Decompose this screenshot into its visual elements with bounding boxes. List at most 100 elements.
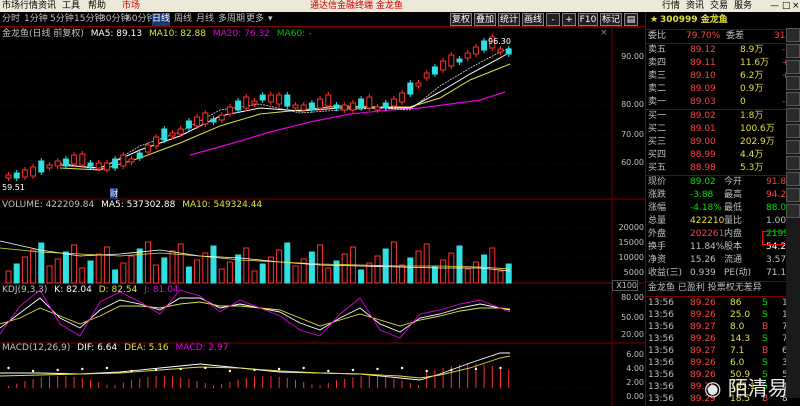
maximize-icon[interactable]: □ bbox=[782, 0, 791, 12]
macd-ytick: 0.00 bbox=[626, 392, 644, 401]
stat-value: 11.84% bbox=[690, 242, 725, 252]
macd-dot bbox=[253, 368, 256, 372]
volume-bar bbox=[358, 269, 365, 284]
close-chart-icon[interactable]: × bbox=[600, 28, 608, 38]
candle bbox=[276, 94, 283, 105]
volume-ma5: MA5: 537302.88 bbox=[101, 200, 176, 210]
menu-bar: 市场行情 资讯 工具 帮助 市场 通达信金融终端 金龙鱼 行情 资讯 交易 服务… bbox=[0, 0, 800, 12]
ma5-label: MA5: 89.13 bbox=[90, 29, 143, 39]
side-tab[interactable] bbox=[786, 60, 800, 74]
side-tab[interactable] bbox=[786, 76, 800, 90]
volume-bar bbox=[481, 254, 488, 284]
menu-item-market-quotes[interactable]: 市场行情 bbox=[2, 0, 38, 12]
menu-item-quotes[interactable]: 行情 bbox=[662, 0, 680, 12]
layout-icon[interactable]: ▤ bbox=[624, 13, 638, 26]
side-tab[interactable] bbox=[786, 44, 800, 58]
tab-weekly[interactable]: 周线 bbox=[174, 13, 192, 26]
volume-bar bbox=[308, 251, 315, 284]
stat-row: 总量 422210 量比 1.00 bbox=[646, 215, 800, 228]
f10-button[interactable]: F10 bbox=[578, 13, 598, 26]
side-tab[interactable] bbox=[786, 92, 800, 106]
mark-button[interactable]: 标记 bbox=[600, 13, 622, 26]
candle bbox=[464, 52, 471, 59]
candle bbox=[235, 100, 242, 111]
menu-item-help[interactable]: 帮助 bbox=[88, 0, 106, 12]
volume-bar bbox=[235, 254, 242, 284]
menu-item-info[interactable]: 资讯 bbox=[38, 0, 56, 12]
menu-item-tools[interactable]: 工具 bbox=[62, 0, 80, 12]
market-label[interactable]: 市场 bbox=[122, 0, 140, 12]
ask-price: 89.10 bbox=[690, 71, 716, 81]
adjust-button[interactable]: 复权 bbox=[450, 13, 472, 26]
stock-code-name: 300999 金龙鱼 bbox=[660, 15, 728, 25]
bid-row: 买五 88.98 5.3万 bbox=[646, 162, 800, 175]
bid-row: 买三 89.00 202.9万 bbox=[646, 136, 800, 149]
macd-value: MACD: 2.97 bbox=[175, 343, 229, 353]
side-tab[interactable] bbox=[786, 172, 800, 186]
bid-label: 买四 bbox=[648, 150, 667, 160]
volume-bar bbox=[374, 255, 381, 284]
bid-volume: 100.6万 bbox=[740, 124, 775, 134]
tab-daily[interactable]: 日线 bbox=[152, 13, 171, 26]
zoom-in-icon[interactable]: + bbox=[562, 13, 576, 26]
candle bbox=[71, 154, 78, 165]
stat-label: 净资 bbox=[648, 255, 667, 265]
minimize-icon[interactable]: — bbox=[770, 0, 779, 12]
chevron-down-icon[interactable]: ▾ bbox=[268, 13, 273, 26]
tab-1min[interactable]: 1分钟 bbox=[24, 13, 48, 26]
stat-label: 收益(三) bbox=[648, 268, 683, 278]
overlay-button[interactable]: 叠加 bbox=[474, 13, 496, 26]
draw-button[interactable]: 画线 bbox=[522, 13, 544, 26]
tab-multi-period[interactable]: 多周期 bbox=[218, 13, 245, 26]
ma10-label: MA10: 82.88 bbox=[148, 29, 206, 39]
bid-row: 买四 88.99 4.4万 bbox=[646, 149, 800, 162]
stat-value: 1.00 bbox=[766, 216, 787, 226]
tab-5min[interactable]: 5分钟 bbox=[50, 13, 74, 26]
stat-label: 换手 bbox=[648, 242, 667, 252]
weibi-label: 委比 bbox=[648, 31, 667, 41]
zoom-out-icon[interactable]: - bbox=[546, 13, 560, 26]
macd-dot bbox=[81, 367, 84, 371]
tab-more[interactable]: 更多 bbox=[246, 13, 264, 26]
finance-marker[interactable]: 财 bbox=[110, 188, 118, 199]
close-icon[interactable]: × bbox=[792, 0, 800, 12]
candle bbox=[431, 66, 438, 75]
side-tab[interactable] bbox=[786, 108, 800, 122]
stats-button[interactable]: 统计 bbox=[498, 13, 520, 26]
side-tab[interactable] bbox=[786, 28, 800, 42]
notice-text: 金龙鱼 已盈利 投票权无差异 bbox=[648, 283, 762, 293]
candle bbox=[136, 152, 143, 159]
volume-ytick: 5000 bbox=[623, 268, 644, 277]
macd-dot bbox=[327, 369, 330, 373]
window-title: 通达信金融终端 金龙鱼 bbox=[310, 1, 403, 11]
candle bbox=[169, 132, 176, 137]
side-tab[interactable] bbox=[786, 140, 800, 154]
candle bbox=[481, 40, 488, 51]
bid-price: 89.02 bbox=[690, 111, 716, 121]
candle bbox=[317, 98, 324, 109]
menu-item-news[interactable]: 资讯 bbox=[686, 0, 704, 12]
volume-bar bbox=[54, 258, 61, 284]
volume-bar bbox=[202, 252, 209, 284]
volume-bar bbox=[194, 259, 201, 284]
side-tab[interactable] bbox=[786, 124, 800, 138]
candle bbox=[448, 54, 455, 67]
menu-item-service[interactable]: 服务 bbox=[734, 0, 752, 12]
kline-ytick: 70.00 bbox=[621, 130, 644, 139]
tab-monthly[interactable]: 月线 bbox=[196, 13, 214, 26]
candle bbox=[144, 144, 151, 153]
side-tab[interactable] bbox=[786, 188, 800, 202]
side-tab[interactable] bbox=[786, 204, 800, 218]
volume-bar bbox=[79, 267, 86, 284]
bid-label: 买二 bbox=[648, 124, 667, 134]
menu-item-trade[interactable]: 交易 bbox=[710, 0, 728, 12]
tab-timeshare[interactable]: 分时 bbox=[2, 13, 20, 26]
candle bbox=[79, 153, 86, 166]
macd-dot bbox=[105, 366, 109, 370]
stat-value: 15.26 bbox=[690, 255, 716, 265]
stat-label: 涨跌 bbox=[648, 190, 667, 200]
candle bbox=[21, 169, 28, 178]
ask-volume: 8.9万 bbox=[740, 45, 764, 55]
candle bbox=[185, 120, 192, 129]
side-tab[interactable] bbox=[786, 156, 800, 170]
